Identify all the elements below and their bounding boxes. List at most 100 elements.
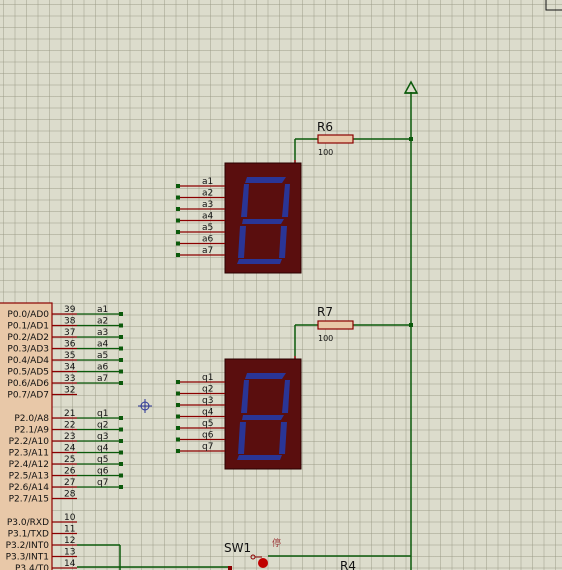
net-label: a5 <box>202 223 213 233</box>
resistor-r7[interactable]: R7 100 <box>294 305 411 356</box>
schematic-canvas[interactable]: R6 100 R7 100 a1 a2 a3 a4 a5 a6 a7 q1 q2… <box>0 0 562 570</box>
mcu-pin-name: P3.1/TXD <box>8 530 49 540</box>
net-label: q1 <box>202 373 213 383</box>
net-label: q5 <box>97 455 108 465</box>
net-label: a3 <box>97 328 108 338</box>
display-pin[interactable]: q7 <box>176 442 225 453</box>
display-top-pins: a1 a2a3 a4a5 a6a7 <box>176 177 225 257</box>
seven-segment-display-top[interactable] <box>224 160 302 274</box>
net-label: a4 <box>97 340 109 350</box>
display-pin[interactable]: a4 <box>176 212 225 223</box>
resistor-body <box>317 134 354 144</box>
mcu-pin-number: 37 <box>64 328 75 338</box>
mcu-pin-number: 11 <box>64 525 75 535</box>
mcu-pin-number: 21 <box>64 409 75 419</box>
mcu-pin-name: P3.4/T0 <box>15 564 49 570</box>
display-pin[interactable]: a6 <box>176 235 225 246</box>
display-pin[interactable]: q3 <box>176 396 225 407</box>
mcu-pin-number: 34 <box>64 363 76 373</box>
display-pin[interactable]: a3 <box>176 200 225 211</box>
mcu-pin-name: P0.7/AD7 <box>7 391 49 401</box>
r4-ref: R4 <box>340 559 356 570</box>
mcu-pin-name: P0.5/AD5 <box>7 368 49 378</box>
mcu-pin-number: 27 <box>64 478 75 488</box>
net-label: q1 <box>97 409 108 419</box>
net-label: a7 <box>202 246 213 256</box>
sw1-mark: 停 <box>272 537 281 549</box>
net-label: a5 <box>97 351 108 361</box>
mcu-pin-number: 23 <box>64 432 75 442</box>
net-label: a4 <box>202 212 214 222</box>
display-pin[interactable]: q1 <box>176 373 225 384</box>
mcu-pin-name: P3.0/RXD <box>7 518 49 528</box>
sw1-ref: SW1 <box>224 541 251 555</box>
mcu-pin-number: 39 <box>64 305 76 315</box>
net-label: a1 <box>202 177 213 187</box>
resistor-r6[interactable]: R6 100 <box>294 120 411 160</box>
display-pin[interactable]: q5 <box>176 419 225 430</box>
net-label: q7 <box>97 478 108 488</box>
net-label: q4 <box>97 444 109 454</box>
seven-segment-display-bottom[interactable] <box>224 356 302 470</box>
net-label: a6 <box>97 363 109 373</box>
switch-sw1[interactable]: SW1 停 <box>224 537 281 570</box>
display-bottom-pins: q1 q2q3 q4q5 q6q7 <box>176 373 225 453</box>
mcu-pins: P0.0/AD0 39 a1 P0.1/AD1 38 a2 P0.2/AD2 37 a3 P0.3… <box>6 305 123 570</box>
display-pin[interactable]: q6 <box>176 431 225 442</box>
r6-ref: R6 <box>317 120 333 134</box>
mcu-pin-name: P2.5/A13 <box>9 472 49 482</box>
net-label: q3 <box>97 432 108 442</box>
net-label: q4 <box>202 408 214 418</box>
mcu-pin-number: 13 <box>64 548 75 558</box>
mcu-pin-name: P0.0/AD0 <box>7 310 49 320</box>
net-label: q2 <box>202 385 213 395</box>
mcu-pin-number: 10 <box>64 513 76 523</box>
mcu-pin-number: 25 <box>64 455 75 465</box>
schematic-svg: R6 100 R7 100 a1a2a3a4a5a6a7 q1q2q3q4q5q… <box>0 0 562 570</box>
power-rail[interactable] <box>403 80 419 570</box>
mcu-pin-name: P0.1/AD1 <box>7 322 49 332</box>
mcu-pin-number: 38 <box>64 317 76 327</box>
sheet-corner-mark <box>545 0 562 11</box>
net-label: q6 <box>202 431 214 441</box>
mcu-pin-number: 33 <box>64 374 75 384</box>
net-label: a3 <box>202 200 213 210</box>
mcu-pin-name: P2.4/A12 <box>9 460 49 470</box>
display-pin[interactable]: a5 <box>176 223 225 234</box>
net-label: a2 <box>97 317 108 327</box>
mcu-pin-number: 14 <box>64 559 76 569</box>
net-label: q6 <box>97 467 109 477</box>
mcu-pin-name: P0.2/AD2 <box>7 333 49 343</box>
mcu-pin-name: P0.6/AD6 <box>7 379 49 389</box>
net-label: a1 <box>97 305 108 315</box>
net-label: q5 <box>202 419 213 429</box>
mcu-pin-number: 36 <box>64 340 76 350</box>
mcu-pin-name: P2.2/A10 <box>9 437 50 447</box>
r7-ref: R7 <box>317 305 333 319</box>
display-pin[interactable]: a7 <box>176 246 225 257</box>
net-label: a6 <box>202 235 214 245</box>
mcu-pin-number: 24 <box>64 444 76 454</box>
mcu-pin-number: 12 <box>64 536 75 546</box>
display-pin[interactable]: q2 <box>176 385 225 396</box>
mcu-pin-number: 35 <box>64 351 75 361</box>
power-arrow-icon <box>403 80 419 94</box>
mcu-pin-name: P0.3/AD3 <box>7 345 49 355</box>
mcu-pin-name: P2.0/A8 <box>14 414 49 424</box>
mcu-pin-name: P2.7/A15 <box>9 495 49 505</box>
r6-value: 100 <box>318 148 333 157</box>
mcu-pin-number: 28 <box>64 490 76 500</box>
net-label: a7 <box>97 374 108 384</box>
display-pin[interactable]: a1 <box>176 177 225 188</box>
net-label: a2 <box>202 189 213 199</box>
mcu-pin-name: P2.3/A11 <box>9 449 49 459</box>
display-pin[interactable]: a2 <box>176 189 225 200</box>
net-label: q7 <box>202 442 213 452</box>
mcu-pin-name: P3.2/INT0 <box>6 541 50 551</box>
net-label: q3 <box>202 396 213 406</box>
resistor-body <box>317 320 354 330</box>
crosshair-cursor-icon <box>138 399 152 413</box>
switch-button-icon <box>258 558 268 568</box>
display-pin[interactable]: q4 <box>176 408 225 419</box>
net-label: q2 <box>97 421 108 431</box>
